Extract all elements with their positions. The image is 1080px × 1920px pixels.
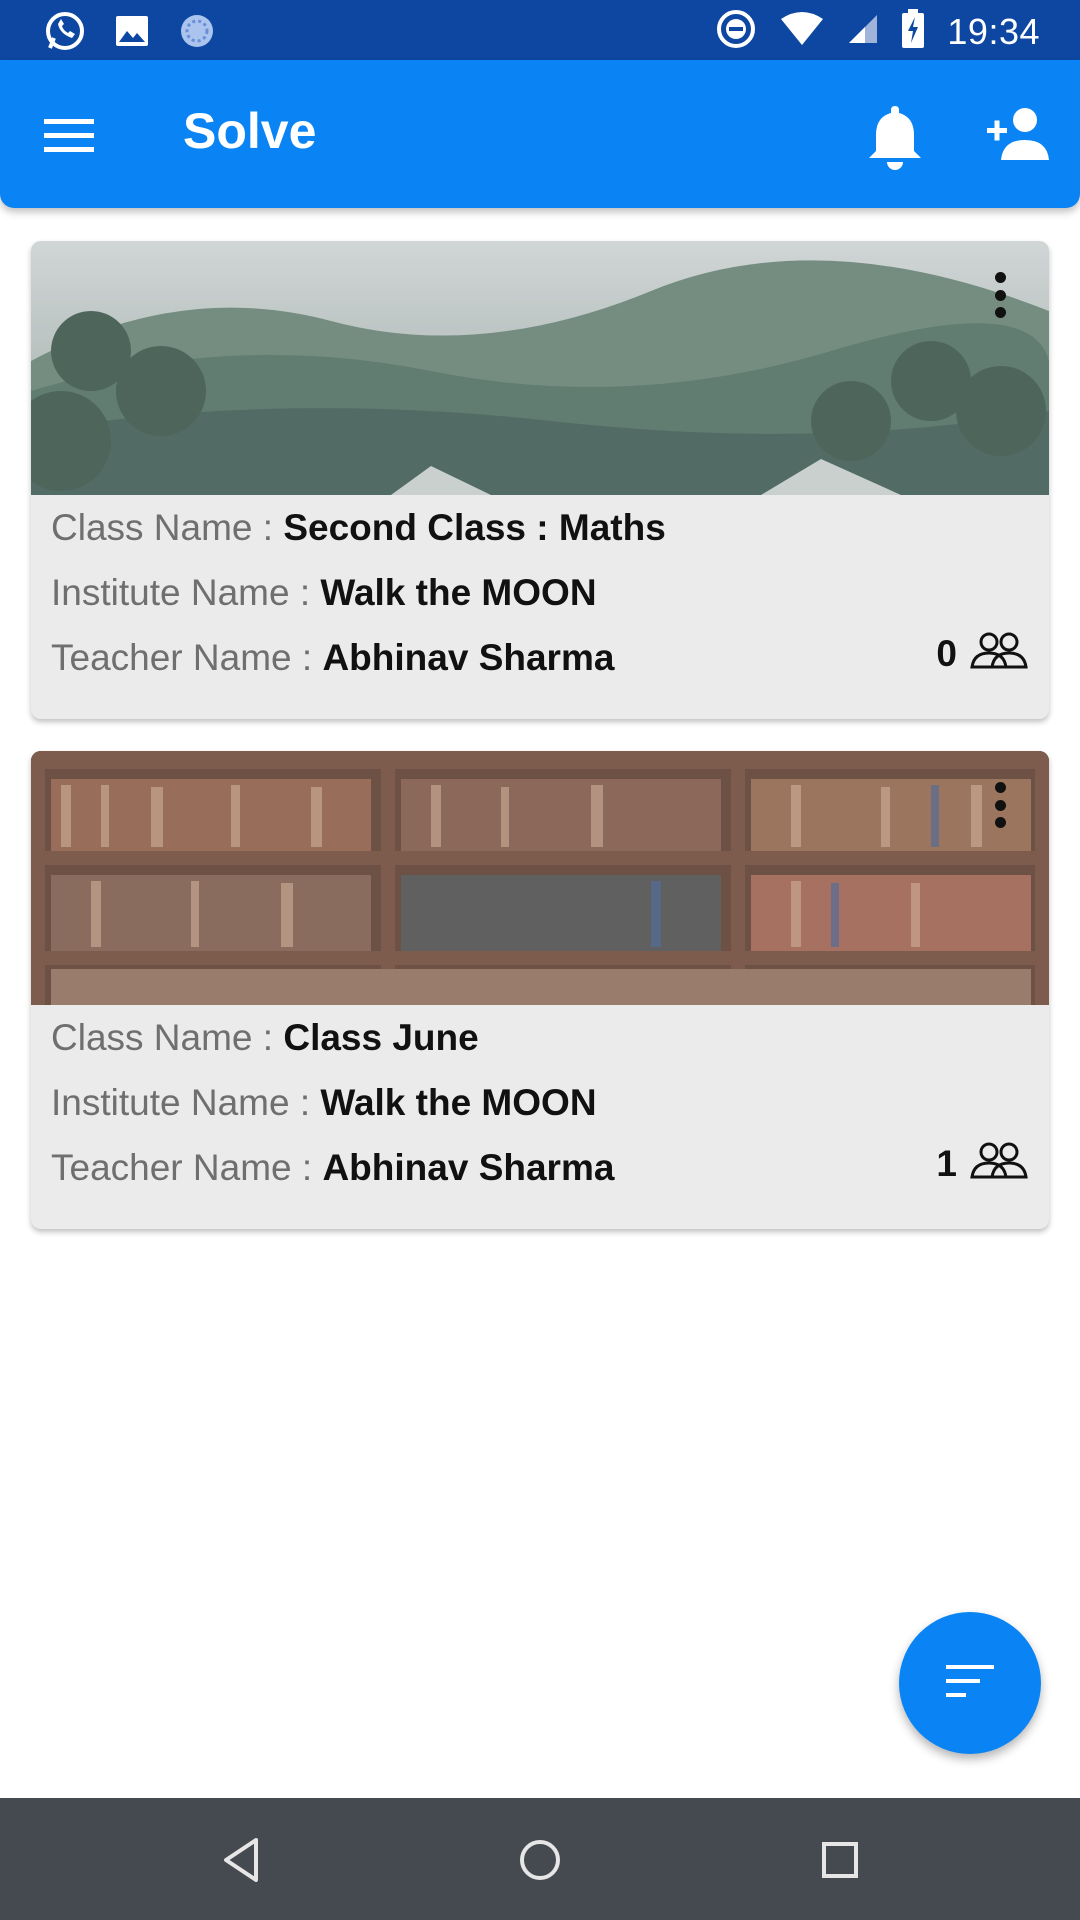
class-card[interactable]: Class Name : Second Class : Maths Instit…	[31, 241, 1049, 719]
sync-icon	[178, 12, 216, 55]
app-bar: Solve	[0, 60, 1080, 208]
whatsapp-icon	[44, 10, 86, 57]
add-user-icon[interactable]	[985, 104, 1049, 164]
back-icon[interactable]	[210, 1828, 274, 1892]
class-name: Class June	[283, 1017, 479, 1058]
system-nav-bar	[0, 1798, 1080, 1920]
member-count: 1	[936, 1141, 1029, 1186]
status-time: 19:34	[947, 10, 1040, 52]
teacher-name-row: Teacher Name : Abhinav Sharma	[51, 1147, 615, 1188]
more-options-icon[interactable]	[987, 269, 1013, 321]
institute-name: Walk the MOON	[320, 1082, 597, 1123]
home-icon[interactable]	[508, 1828, 572, 1892]
group-icon	[969, 1141, 1029, 1186]
institute-name-row: Institute Name : Walk the MOON	[51, 572, 597, 613]
dnd-icon	[715, 8, 757, 55]
class-name-row: Class Name : Class June	[51, 1017, 479, 1058]
wifi-icon	[779, 11, 825, 52]
institute-name: Walk the MOON	[320, 572, 597, 613]
class-cover-image	[31, 751, 1049, 1005]
page-title: Solve	[183, 103, 317, 159]
signal-icon	[847, 13, 879, 50]
class-name: Second Class : Maths	[283, 507, 666, 548]
member-count: 0	[936, 631, 1029, 676]
sort-icon	[944, 1661, 996, 1706]
teacher-name: Abhinav Sharma	[322, 637, 615, 678]
teacher-name: Abhinav Sharma	[322, 1147, 615, 1188]
screen: 19:34 Solve Class Name: Second Class: …	[0, 0, 1080, 1920]
status-bar: 19:34	[0, 0, 1080, 60]
class-cover-image	[31, 241, 1049, 495]
class-card[interactable]: Class Name : Class June Institute Name :…	[31, 751, 1049, 1229]
sort-button[interactable]	[899, 1612, 1041, 1754]
recent-apps-icon[interactable]	[808, 1828, 872, 1892]
bell-icon[interactable]	[862, 100, 928, 170]
institute-name-row: Institute Name : Walk the MOON	[51, 1082, 597, 1123]
class-name-row: Class Name : Second Class : Maths	[51, 507, 666, 548]
battery-icon	[901, 9, 925, 54]
more-options-icon[interactable]	[987, 779, 1013, 831]
group-icon	[969, 631, 1029, 676]
hamburger-menu-icon[interactable]	[38, 104, 102, 168]
gallery-icon	[114, 13, 150, 54]
teacher-name-row: Teacher Name : Abhinav Sharma	[51, 637, 615, 678]
